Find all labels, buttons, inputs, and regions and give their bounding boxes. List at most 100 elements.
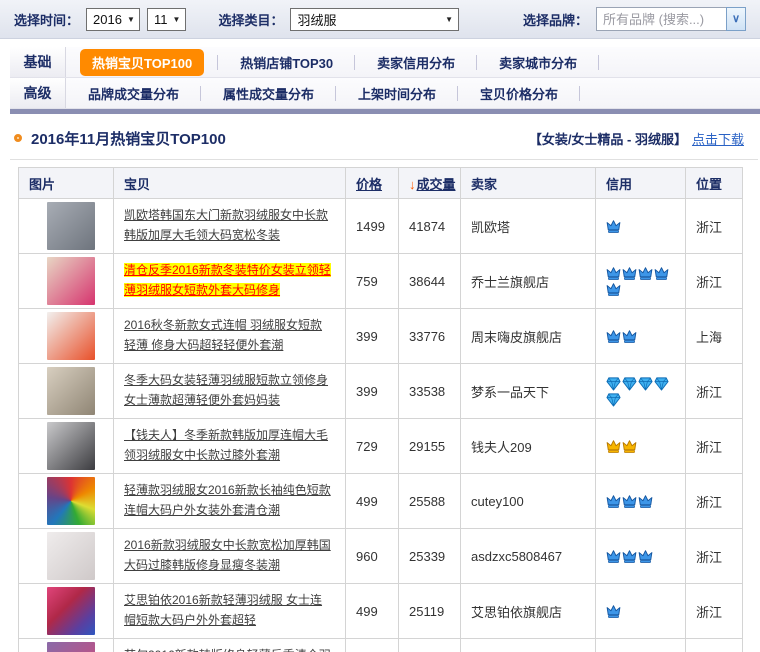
product-title-link[interactable]: 【钱夫人】冬季新款韩版加厚连帽大毛领羽绒服女中长款过膝外套潮 [124, 428, 328, 462]
header-image: 图片 [19, 168, 114, 199]
image-cell [19, 639, 114, 652]
page: 选择时间： 2016 ▼ 11 ▼ 选择类目： 羽绒服 ▼ 选择品牌： ∨ 基础 [0, 0, 760, 652]
credit-cell [596, 584, 686, 639]
credit-cell [596, 364, 686, 419]
credit-crown-icon [638, 549, 653, 564]
month-select[interactable]: 11 ▼ [147, 8, 186, 31]
product-thumbnail[interactable] [47, 477, 95, 525]
credit-diamond-icon [654, 376, 669, 391]
product-title-link[interactable]: 茄甸2016新款韩版修身轻薄反季清仓羽绒服女短款连 [124, 648, 331, 652]
credit-cell [596, 309, 686, 364]
credit-crown-icon [606, 549, 621, 564]
header-volume-sort[interactable]: ↓成交量 [399, 168, 461, 199]
year-select-value: 2016 [93, 12, 122, 27]
credit-crown-icon [622, 439, 637, 454]
tab-hot-items-top100[interactable]: 热销宝贝TOP100 [66, 47, 218, 77]
tab-item-price-distribution[interactable]: 宝贝价格分布 [458, 78, 580, 108]
year-select[interactable]: 2016 ▼ [86, 8, 140, 31]
product-thumbnail[interactable] [47, 532, 95, 580]
item-cell: 凯欧塔韩国东大门新款羽绒服女中长款韩版加厚大毛领大码宽松冬装 [114, 199, 346, 254]
product-thumbnail[interactable] [47, 257, 95, 305]
location-cell: 浙江 [686, 584, 743, 639]
table-row: 【钱夫人】冬季新款韩版加厚连帽大毛领羽绒服女中长款过膝外套潮72929155钱夫… [19, 419, 743, 474]
item-cell: 2016新款羽绒服女中长款宽松加厚韩国大码过膝韩版修身显瘦冬装潮 [114, 529, 346, 584]
tab-row-advanced: 高级 品牌成交量分布 属性成交量分布 上架时间分布 宝贝价格分布 [10, 78, 760, 109]
volume-cell: 25339 [399, 529, 461, 584]
product-title-link[interactable]: 清仓反季2016新款冬装特价女装立领轻薄羽绒服女短款外套大码修身 [124, 263, 331, 297]
table-row: 茄甸2016新款韩版修身轻薄反季清仓羽绒服女短款连 [19, 639, 743, 652]
seller-cell: 凯欧塔 [461, 199, 596, 254]
credit-crown-icon [606, 439, 621, 454]
tab-label: 属性成交量分布 [223, 84, 314, 103]
brand-dropdown-button[interactable]: ∨ [726, 7, 746, 31]
product-thumbnail[interactable] [47, 367, 95, 415]
brand-search-input[interactable] [596, 7, 726, 31]
category-select[interactable]: 羽绒服 ▼ [290, 8, 459, 31]
volume-sort-link[interactable]: 成交量 [417, 177, 456, 192]
tab-attribute-volume-distribution[interactable]: 属性成交量分布 [201, 78, 336, 108]
product-thumbnail[interactable] [47, 642, 95, 652]
credit-crown-icon [606, 219, 621, 234]
chevron-down-icon: ▼ [445, 15, 453, 24]
credit-crown-icon [622, 329, 637, 344]
download-link[interactable]: 点击下载 [692, 129, 744, 148]
price-cell: 499 [346, 584, 399, 639]
volume-cell: 38644 [399, 254, 461, 309]
table-row: 冬季大码女装轻薄羽绒服短款立领修身女士薄款超薄轻便外套妈妈装39933538梦系… [19, 364, 743, 419]
credit-crown-icon [622, 549, 637, 564]
product-thumbnail[interactable] [47, 312, 95, 360]
tab-hot-shops-top30[interactable]: 热销店铺TOP30 [218, 47, 355, 77]
seller-cell [461, 639, 596, 652]
tab-underline-bar [10, 109, 760, 114]
image-cell [19, 529, 114, 584]
filter-bar: 选择时间： 2016 ▼ 11 ▼ 选择类目： 羽绒服 ▼ 选择品牌： ∨ [0, 0, 760, 39]
table-row: 清仓反季2016新款冬装特价女装立领轻薄羽绒服女短款外套大码修身75938644… [19, 254, 743, 309]
month-select-value: 11 [154, 12, 168, 27]
item-cell: 【钱夫人】冬季新款韩版加厚连帽大毛领羽绒服女中长款过膝外套潮 [114, 419, 346, 474]
product-thumbnail[interactable] [47, 202, 95, 250]
table-row: 凯欧塔韩国东大门新款羽绒服女中长款韩版加厚大毛领大码宽松冬装149941874凯… [19, 199, 743, 254]
price-sort-link[interactable]: 价格 [356, 177, 382, 192]
tab-label: 宝贝价格分布 [480, 84, 558, 103]
product-title-link[interactable]: 2016新款羽绒服女中长款宽松加厚韩国大码过膝韩版修身显瘦冬装潮 [124, 538, 331, 572]
tabs-advanced: 品牌成交量分布 属性成交量分布 上架时间分布 宝贝价格分布 [66, 78, 760, 108]
tab-brand-volume-distribution[interactable]: 品牌成交量分布 [66, 78, 201, 108]
location-cell: 浙江 [686, 529, 743, 584]
credit-crown-icon [638, 266, 653, 281]
seller-cell: 周末嗨皮旗舰店 [461, 309, 596, 364]
tab-listing-time-distribution[interactable]: 上架时间分布 [336, 78, 458, 108]
credit-crown-icon [638, 494, 653, 509]
volume-cell: 25588 [399, 474, 461, 529]
location-cell: 浙江 [686, 254, 743, 309]
tab-label: 热销店铺TOP30 [240, 53, 333, 72]
tab-seller-credit-distribution[interactable]: 卖家信用分布 [355, 47, 477, 77]
table-header-row: 图片 宝贝 价格 ↓成交量 卖家 信用 位置 [19, 168, 743, 199]
credit-diamond-icon [606, 376, 621, 391]
image-cell [19, 309, 114, 364]
header-price-sort[interactable]: 价格 [346, 168, 399, 199]
image-cell [19, 199, 114, 254]
product-thumbnail[interactable] [47, 422, 95, 470]
product-title-link[interactable]: 2016秋冬新款女式连帽 羽绒服女短款轻薄 修身大码超轻轻便外套潮 [124, 318, 322, 352]
product-title-link[interactable]: 艾思铂依2016新款轻薄羽绒服 女士连帽短款大码户外外套超轻 [124, 593, 322, 627]
credit-crown-icon [606, 604, 621, 619]
tab-label: 卖家城市分布 [499, 53, 577, 72]
tab-label: 卖家信用分布 [377, 53, 455, 72]
seller-cell: asdzxc5808467 [461, 529, 596, 584]
credit-diamond-icon [606, 392, 621, 407]
seller-cell: 钱夫人209 [461, 419, 596, 474]
volume-cell: 41874 [399, 199, 461, 254]
item-cell: 冬季大码女装轻薄羽绒服短款立领修身女士薄款超薄轻便外套妈妈装 [114, 364, 346, 419]
tab-group-advanced-label: 高级 [10, 78, 66, 108]
product-title-link[interactable]: 凯欧塔韩国东大门新款羽绒服女中长款韩版加厚大毛领大码宽松冬装 [124, 208, 328, 242]
credit-cell [596, 639, 686, 652]
product-title-link[interactable]: 轻薄款羽绒服女2016新款长袖纯色短款连帽大码户外女装外套清仓潮 [124, 483, 331, 517]
header-location: 位置 [686, 168, 743, 199]
product-title-link[interactable]: 冬季大码女装轻薄羽绒服短款立领修身女士薄款超薄轻便外套妈妈装 [124, 373, 328, 407]
location-cell: 浙江 [686, 364, 743, 419]
tab-seller-city-distribution[interactable]: 卖家城市分布 [477, 47, 599, 77]
chevron-down-icon: ▼ [173, 15, 181, 24]
seller-cell: 乔士兰旗舰店 [461, 254, 596, 309]
product-thumbnail[interactable] [47, 587, 95, 635]
chevron-down-icon: ▼ [127, 15, 135, 24]
